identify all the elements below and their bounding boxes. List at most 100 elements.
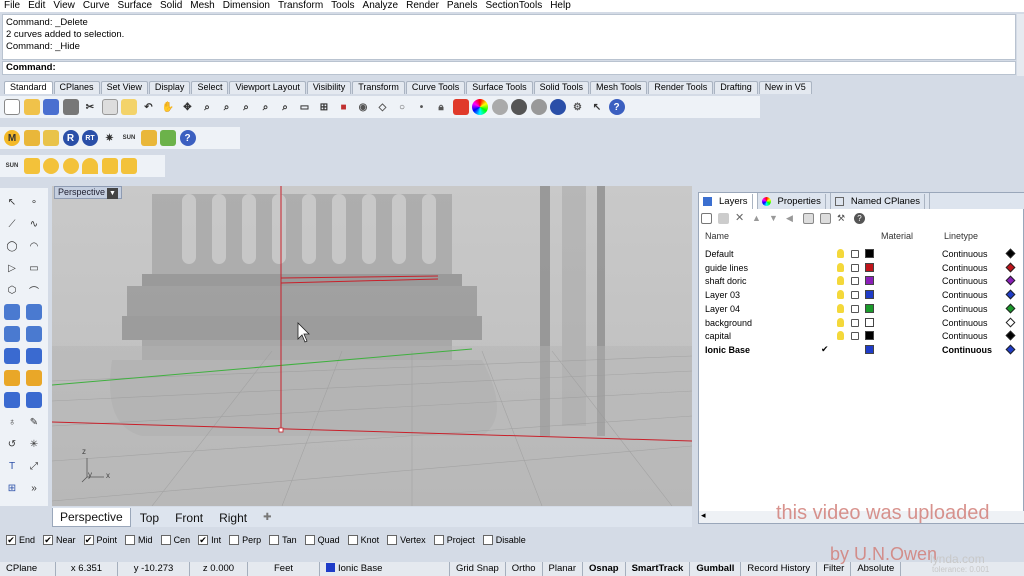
layer-row[interactable]: Ionic Base ✔ Continuous xyxy=(699,344,1024,357)
tab-new-in-v5[interactable]: New in V5 xyxy=(758,81,812,94)
lock-icon[interactable] xyxy=(851,318,859,327)
tab-display[interactable]: Display xyxy=(148,81,191,94)
omni-light-icon[interactable] xyxy=(62,158,79,174)
osnap-int[interactable]: ✔ Int xyxy=(198,535,221,545)
ground-icon[interactable] xyxy=(140,130,157,146)
sun-icon[interactable]: SUN xyxy=(121,130,137,146)
cplane-icon[interactable]: ◇ xyxy=(375,99,391,115)
move-down-icon[interactable]: ▼ xyxy=(769,213,780,224)
menu-mesh[interactable]: Mesh xyxy=(190,0,214,12)
rendered-icon[interactable] xyxy=(511,99,527,115)
point-icon[interactable]: ∘ xyxy=(26,194,42,210)
box-icon[interactable] xyxy=(4,304,20,320)
visible-bulb-icon[interactable] xyxy=(837,249,844,258)
print-color-icon[interactable] xyxy=(1005,289,1016,300)
osnap-end[interactable]: ✔ End xyxy=(6,535,35,545)
tab-mesh-tools[interactable]: Mesh Tools xyxy=(589,81,648,94)
menu-help[interactable]: Help xyxy=(550,0,571,12)
text-icon[interactable]: T xyxy=(4,458,20,474)
layer-linetype[interactable]: Continuous xyxy=(942,276,988,286)
command-scrollbar[interactable] xyxy=(1017,14,1024,76)
tab-curve-tools[interactable]: Curve Tools xyxy=(405,81,466,94)
print-color-icon[interactable] xyxy=(1005,317,1016,327)
menu-edit[interactable]: Edit xyxy=(28,0,45,12)
tab-solid-tools[interactable]: Solid Tools xyxy=(533,81,589,94)
tab-set-view[interactable]: Set View xyxy=(100,81,148,94)
help-icon[interactable]: ? xyxy=(608,99,625,115)
osnap-perp[interactable]: Perp xyxy=(229,535,261,545)
m-icon[interactable]: M xyxy=(4,130,20,146)
menu-curve[interactable]: Curve xyxy=(83,0,110,12)
rectangle-icon[interactable]: ▭ xyxy=(26,260,42,276)
arc-icon[interactable]: ◠ xyxy=(26,238,42,254)
toggle-ortho[interactable]: Ortho xyxy=(506,562,543,576)
lock-icon[interactable] xyxy=(851,332,859,341)
visible-bulb-icon[interactable] xyxy=(837,262,844,272)
fillet-icon[interactable]: ⌒ xyxy=(26,282,42,298)
layer-color-swatch[interactable] xyxy=(865,249,874,258)
bulb-icon[interactable]: ○ xyxy=(394,99,410,115)
lock-icon[interactable] xyxy=(851,277,859,286)
osnap-checkbox[interactable] xyxy=(125,535,136,545)
layer-color-swatch[interactable] xyxy=(865,317,874,327)
layer-color-swatch[interactable] xyxy=(865,290,874,300)
dome-light-icon[interactable] xyxy=(82,158,98,174)
tab-viewport-layout[interactable]: Viewport Layout xyxy=(229,81,306,94)
layer-linetype[interactable]: Continuous xyxy=(942,290,988,300)
toggle-smarttrack[interactable]: SmartTrack xyxy=(626,562,691,576)
select-icon[interactable]: ↖ xyxy=(589,99,605,115)
osnap-knot[interactable]: Knot xyxy=(347,535,379,545)
cut-icon[interactable]: ✂ xyxy=(82,99,98,115)
layer-row[interactable]: capital Continuous xyxy=(699,330,1024,343)
tab-standard[interactable]: Standard xyxy=(4,81,53,94)
spark-icon[interactable]: ✷ xyxy=(102,130,118,146)
new-layer-icon[interactable] xyxy=(701,212,712,224)
zoom-window-icon[interactable]: ⌕ xyxy=(219,99,235,115)
osnap-checkbox[interactable]: ✔ xyxy=(83,535,94,545)
osnap-checkbox[interactable] xyxy=(482,535,493,545)
zoom-all-icon[interactable]: ⌕ xyxy=(277,99,293,115)
menu-view[interactable]: View xyxy=(53,0,75,12)
tab-render-tools[interactable]: Render Tools xyxy=(648,81,714,94)
render-preview-icon[interactable] xyxy=(550,99,566,115)
car-icon[interactable]: ■ xyxy=(336,99,352,115)
pan-hand-icon[interactable]: ✋ xyxy=(160,99,176,115)
tab-drafting[interactable]: Drafting xyxy=(714,81,758,94)
layer-linetype[interactable]: Continuous xyxy=(942,345,992,355)
layer-row[interactable]: shaft doric Continuous xyxy=(699,275,1024,288)
zoom-icon[interactable]: ⌕ xyxy=(199,99,215,115)
osnap-checkbox[interactable]: ✔ xyxy=(198,535,209,545)
render-icon[interactable] xyxy=(530,99,547,115)
camera-icon[interactable]: ◉ xyxy=(355,99,371,115)
visible-bulb-icon[interactable] xyxy=(837,276,844,286)
osnap-mid[interactable]: Mid xyxy=(125,535,153,545)
layer-row[interactable]: Default Continuous xyxy=(699,248,1024,261)
cplane-label[interactable]: CPlane xyxy=(0,562,56,576)
rt-icon[interactable]: RT xyxy=(82,130,98,146)
grid-icon[interactable]: ⊞ xyxy=(4,480,20,496)
boolean-icon[interactable] xyxy=(4,348,20,364)
tab-surface-tools[interactable]: Surface Tools xyxy=(466,81,533,94)
menu-dimension[interactable]: Dimension xyxy=(223,0,270,12)
print-color-icon[interactable] xyxy=(1005,262,1016,273)
new-icon[interactable] xyxy=(4,99,20,115)
mesh-icon[interactable] xyxy=(26,348,42,364)
gumball-icon[interactable] xyxy=(26,370,42,386)
print-color-icon[interactable] xyxy=(1005,303,1016,314)
move-parent-icon[interactable]: ◀ xyxy=(786,213,797,224)
layer-linetype[interactable]: Continuous xyxy=(942,249,988,259)
save-icon[interactable] xyxy=(43,99,59,115)
triangle-icon[interactable]: ▷ xyxy=(4,260,20,276)
polyline-icon[interactable]: ⟋ xyxy=(4,216,20,232)
view-tab-top[interactable]: Top xyxy=(133,509,166,527)
osnap-project[interactable]: Project xyxy=(433,535,475,545)
print-color-icon[interactable] xyxy=(1005,344,1016,355)
move-up-icon[interactable]: ▲ xyxy=(752,213,763,224)
visible-bulb-icon[interactable] xyxy=(837,303,844,313)
tag-icon[interactable] xyxy=(43,130,59,146)
tab-cplanes[interactable]: CPlanes xyxy=(53,81,100,94)
osnap-checkbox[interactable] xyxy=(269,535,280,545)
layer-row[interactable]: Layer 04 Continuous xyxy=(699,303,1024,316)
osnap-checkbox[interactable] xyxy=(433,535,444,545)
menu-analyze[interactable]: Analyze xyxy=(363,0,399,12)
